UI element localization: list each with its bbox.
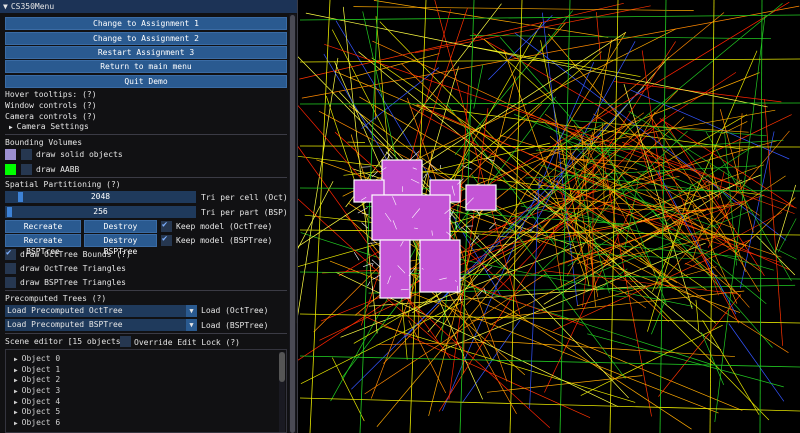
expand-arrow-icon: ▶ [9,124,13,131]
destroy-octtree-button[interactable]: Destroy OctTree [84,220,157,242]
draw-octtree-bounds-checkbox[interactable] [5,248,16,260]
expand-arrow-icon: ▶ [14,377,18,385]
collapse-arrow-icon[interactable]: ▼ [3,2,8,11]
object-label: Object 2 [21,375,61,385]
load-bsptree-label: Load (BSPTree) [201,321,269,330]
object-label: Object 1 [21,364,61,374]
expand-arrow-icon: ▶ [14,420,18,428]
hover-tooltips-label[interactable]: Hover tooltips: (?) [5,89,97,100]
override-edit-lock-label[interactable]: Override Edit Lock (?) [134,337,240,348]
draw-octtree-triangles-checkbox[interactable] [5,263,16,274]
cs350-menu-panel: ▼ CS350Menu Change to Assignment 1 Change… [0,0,298,433]
object-label: Object 6 [21,418,61,428]
tri-per-part-slider[interactable]: 256 [5,206,196,218]
keep-model-bsptree-label: Keep model (BSPTree) [176,236,273,245]
expand-arrow-icon: ▶ [14,398,18,406]
load-octtree-label: Load (OctTree) [201,306,269,315]
draw-aabb-checkbox[interactable] [21,164,32,175]
list-item[interactable]: ▶ Object 2 [6,375,286,386]
quit-demo-button[interactable]: Quit Demo [5,75,287,88]
keep-model-bsptree-checkbox[interactable] [161,234,172,246]
precomputed-trees-heading[interactable]: Precomputed Trees (?) [5,293,106,304]
load-precomputed-octtree-combo[interactable]: Load Precomputed OctTree ▼ [5,305,197,317]
window-controls-label[interactable]: Window controls (?) [5,100,97,111]
dropdown-arrow-icon[interactable]: ▼ [186,319,197,331]
combo-value: Load Precomputed BSPTree [7,320,123,329]
combo-value: Load Precomputed OctTree [7,306,123,315]
scene-editor-heading: Scene editor [15 objects] [5,337,126,346]
tri-per-cell-slider[interactable]: 2048 [5,191,196,203]
list-item[interactable]: ▶ Object 6 [6,418,286,429]
assignment-1-button[interactable]: Change to Assignment 1 [5,17,287,30]
tri-per-part-label: Tri per part (BSP) [201,208,288,217]
separator [5,177,287,178]
draw-octtree-triangles-label: draw OctTree Triangles [20,264,126,273]
assignment-2-button[interactable]: Change to Assignment 2 [5,32,287,45]
camera-settings-node[interactable]: ▶ Camera Settings [9,121,89,132]
expand-arrow-icon: ▶ [14,388,18,396]
object-label: Object 0 [21,354,61,363]
keep-model-octtree-label: Keep model (OctTree) [176,222,273,231]
separator [5,134,287,135]
restart-assignment-3-button[interactable]: Restart Assignment 3 [5,46,287,59]
keep-model-octtree-checkbox[interactable] [161,220,172,232]
draw-bsptree-triangles-label: draw BSPTree Triangles [20,278,126,287]
object-list-scrollbar[interactable] [279,352,285,432]
load-precomputed-bsptree-combo[interactable]: Load Precomputed BSPTree ▼ [5,319,197,331]
draw-solid-label: draw solid objects [36,150,123,159]
expand-arrow-icon: ▶ [14,356,18,363]
menu-title-bar[interactable]: ▼ CS350Menu [0,0,297,13]
tri-per-cell-label: Tri per cell (Oct) [201,193,288,202]
recreate-bsptree-button[interactable]: Recreate BSPTree [5,234,81,256]
list-item[interactable]: ▶ Object 4 [6,397,286,408]
list-item[interactable]: ▶ Object 5 [6,407,286,418]
bounding-volumes-heading: Bounding Volumes [5,138,83,147]
object-label: Object 5 [21,407,61,417]
separator [5,333,287,334]
draw-aabb-label: draw AABB [36,165,80,174]
object-label: Object 4 [21,396,61,406]
dropdown-arrow-icon[interactable]: ▼ [186,305,197,317]
expand-arrow-icon: ▶ [14,409,18,417]
expand-arrow-icon: ▶ [14,366,18,374]
solid-color-swatch[interactable] [5,149,16,160]
override-edit-lock-checkbox[interactable] [120,336,131,347]
list-item[interactable]: ▶ Object 1 [6,365,286,376]
spatial-partitioning-heading[interactable]: Spatial Partitioning (?) [5,179,121,190]
aabb-color-swatch[interactable] [5,164,16,175]
camera-settings-label: Camera Settings [16,122,89,131]
destroy-bsptree-button[interactable]: Destroy BSPTree [84,234,157,256]
main-menu-button[interactable]: Return to main menu [5,60,287,73]
scroll-thumb[interactable] [279,352,285,382]
draw-solid-checkbox[interactable] [21,149,32,160]
menu-title: CS350Menu [10,2,55,11]
object-label: Object 3 [21,386,61,396]
separator [5,290,287,291]
scroll-thumb[interactable] [290,15,295,433]
draw-bsptree-triangles-checkbox[interactable] [5,277,16,288]
list-item[interactable]: ▶ Object 0 [6,354,286,365]
draw-octtree-bounds-label[interactable]: draw OctTree Bounds (?) [20,249,131,260]
object-list[interactable]: ▶ Object 0 ▶ Object 1 ▶ Object 2 ▶ Object 3 ▶ Obj… [5,349,287,433]
tri-per-cell-value: 2048 [90,192,111,201]
list-item[interactable]: ▶ Object 3 [6,386,286,397]
recreate-octtree-button[interactable]: Recreate OctTree [5,220,81,242]
tri-per-part-value: 256 [93,207,108,216]
panel-scrollbar[interactable] [289,14,296,433]
